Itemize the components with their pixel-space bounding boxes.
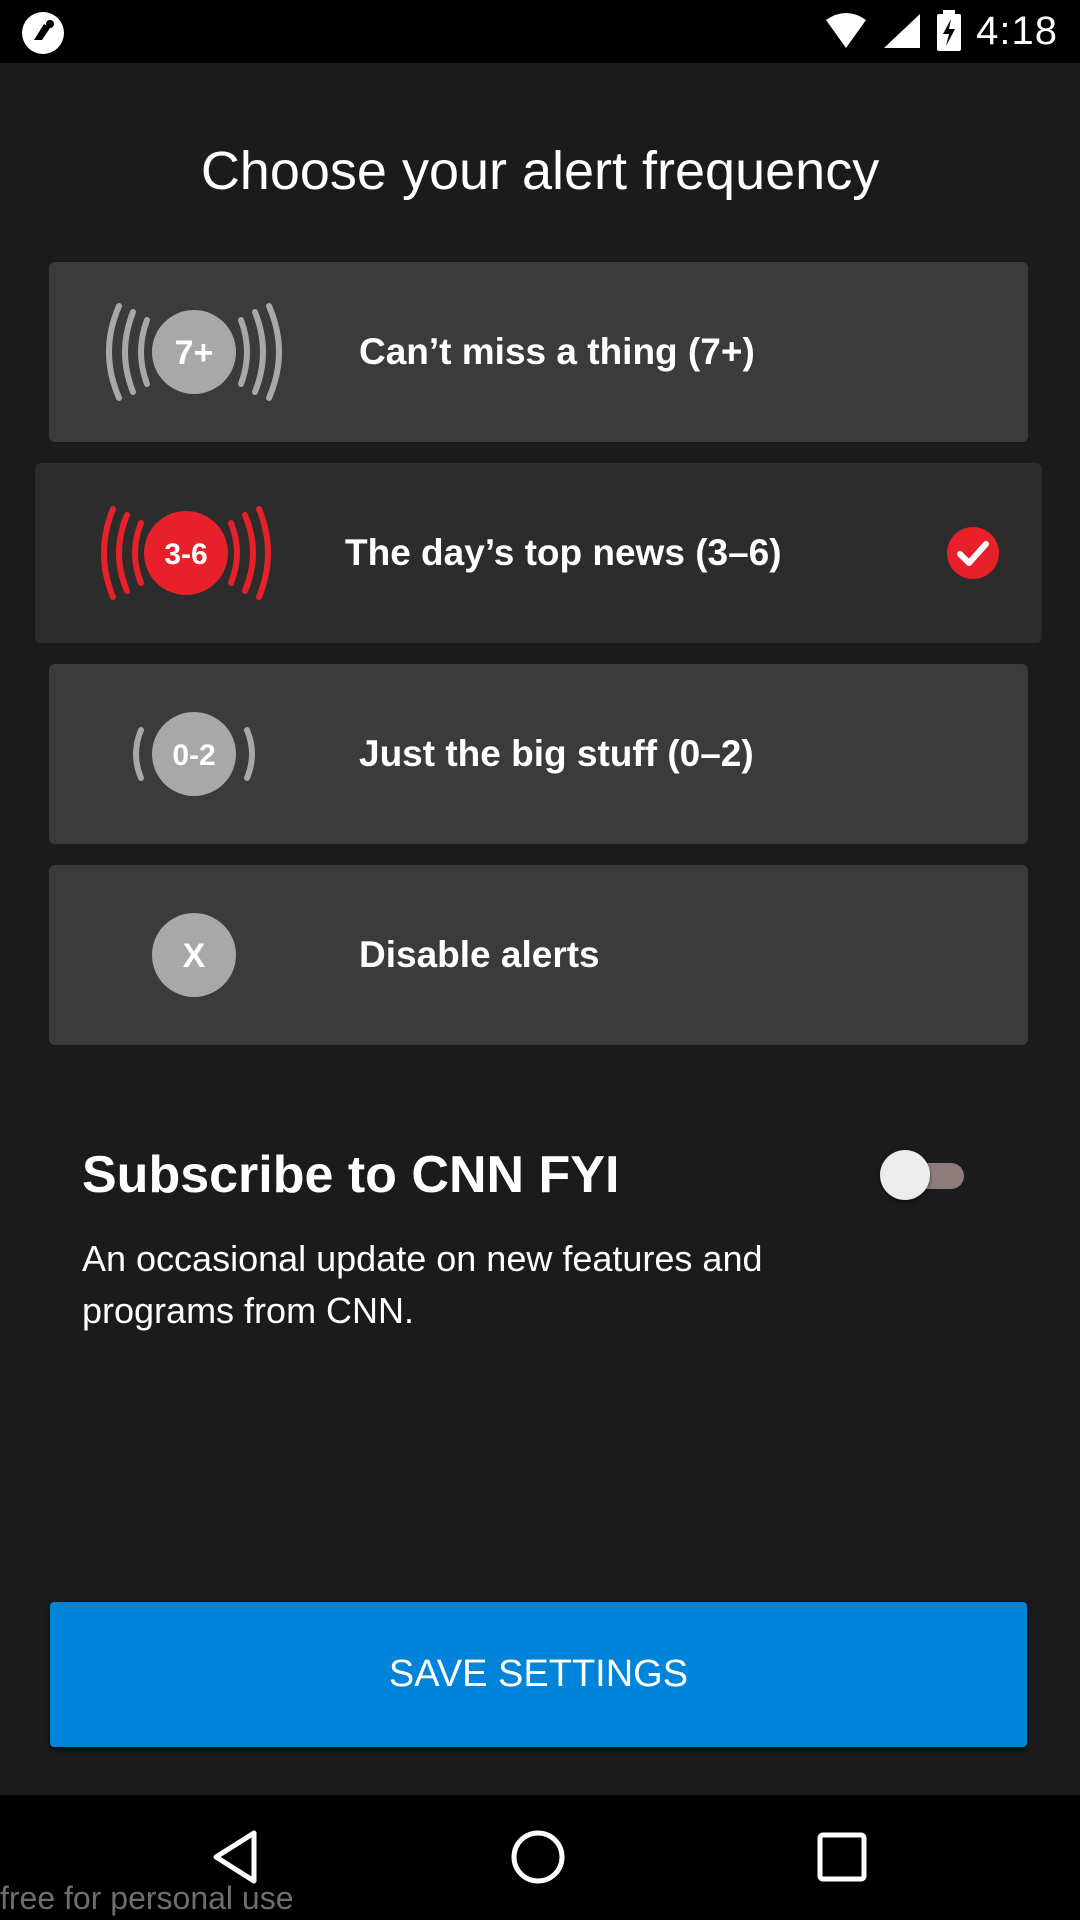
watermark-text: free for personal use [0,1880,294,1916]
option-disable-alerts[interactable]: X Disable alerts [49,865,1028,1045]
badge-text: 7+ [175,334,214,372]
option-label: Just the big stuff (0–2) [359,733,754,774]
badge-text: 3-6 [164,538,207,571]
home-icon[interactable] [506,1825,570,1889]
option-cant-miss[interactable]: 7+ Can’t miss a thing (7+) [49,262,1028,442]
option-label: Can’t miss a thing (7+) [359,331,755,372]
battery-charging-icon [937,10,962,51]
broadcast-3to6-icon: 3-6 [101,506,271,600]
option-top-news[interactable]: 3-6 The day’s top news (3–6) [35,463,1042,643]
status-icons: 4:18 [824,6,1058,56]
broadcast-7plus-icon: 7+ [106,303,282,401]
broadcast-0to2-icon: 0-2 [133,712,255,796]
cell-signal-icon [884,14,921,48]
page-title: Choose your alert frequency [200,141,880,201]
checkmark-icon [947,527,999,579]
option-label: Disable alerts [359,934,600,975]
recents-icon[interactable] [810,1825,874,1889]
disable-x-icon: X [152,913,236,997]
status-bar: 4:18 [0,0,1080,63]
app-logo-icon [22,12,64,54]
alert-settings-screen: 4:18 Choose your alert frequency 7+ Can’… [0,0,1080,1920]
option-label: The day’s top news (3–6) [345,532,782,573]
save-settings-button[interactable]: SAVE SETTINGS [50,1602,1027,1747]
wifi-icon [826,13,867,48]
status-time: 4:18 [976,8,1058,53]
subscribe-toggle[interactable] [880,1148,966,1202]
badge-text: 0-2 [172,739,215,772]
toggle-thumb [880,1150,930,1200]
subscribe-title: Subscribe to CNN FYI [82,1146,620,1204]
badge-text: X [183,937,206,975]
option-big-stuff[interactable]: 0-2 Just the big stuff (0–2) [49,664,1028,844]
subscribe-description: An occasional update on new features and… [82,1238,763,1331]
